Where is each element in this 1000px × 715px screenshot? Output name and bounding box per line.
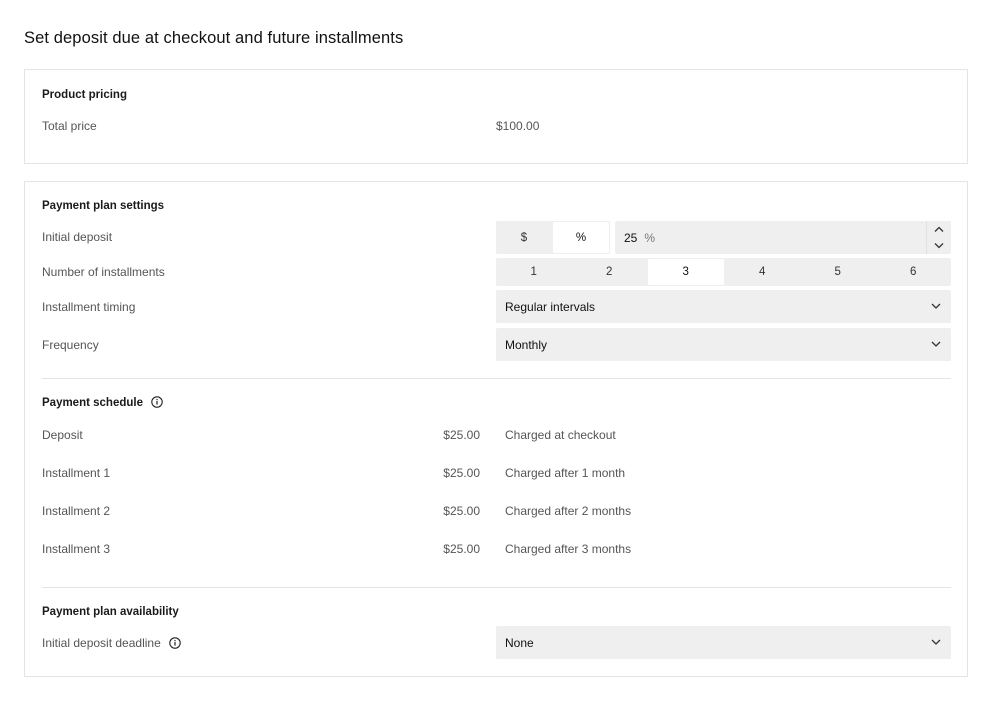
installment-timing-select[interactable]: Regular intervals xyxy=(496,290,951,323)
deposit-unit-dollar[interactable]: $ xyxy=(496,221,552,254)
divider xyxy=(42,587,951,588)
schedule-row-note: Charged at checkout xyxy=(505,428,616,442)
installment-timing-value: Regular intervals xyxy=(505,299,596,314)
product-pricing-card: Product pricing Total price $100.00 xyxy=(24,69,968,164)
chevron-down-icon xyxy=(931,341,941,347)
frequency-select[interactable]: Monthly xyxy=(496,328,951,361)
schedule-row-note: Charged after 2 months xyxy=(505,504,632,518)
schedule-row-amount: $25.00 xyxy=(443,504,480,518)
product-pricing-title: Product pricing xyxy=(42,89,127,101)
installments-option-3[interactable]: 3 xyxy=(648,259,724,285)
installments-option-2[interactable]: 2 xyxy=(572,258,648,286)
schedule-row-amount: $25.00 xyxy=(443,542,480,556)
frequency-value: Monthly xyxy=(505,337,548,352)
chevron-up-icon[interactable] xyxy=(927,221,951,238)
initial-deposit-label: Initial deposit xyxy=(42,230,113,244)
payment-plan-card: Payment plan settings Initial deposit $ … xyxy=(24,181,968,677)
total-price-label: Total price xyxy=(42,119,97,133)
deposit-amount-suffix: % xyxy=(644,230,656,245)
frequency-label: Frequency xyxy=(42,338,99,352)
schedule-row-label: Installment 1 xyxy=(42,466,111,480)
payment-schedule-title: Payment schedule xyxy=(42,396,163,410)
schedule-row-label: Deposit xyxy=(42,428,83,442)
initial-deposit-deadline-text: Initial deposit deadline xyxy=(42,636,161,650)
installment-timing-label: Installment timing xyxy=(42,300,136,314)
installments-option-1[interactable]: 1 xyxy=(496,258,572,286)
installments-option-5[interactable]: 5 xyxy=(800,258,876,286)
chevron-down-icon[interactable] xyxy=(927,238,951,255)
installments-selector: 1 2 3 4 5 6 xyxy=(496,258,951,286)
schedule-row-label: Installment 3 xyxy=(42,542,111,556)
payment-plan-settings-title: Payment plan settings xyxy=(42,200,165,212)
installments-label: Number of installments xyxy=(42,265,165,279)
installments-option-6[interactable]: 6 xyxy=(876,258,952,286)
page-title: Set deposit due at checkout and future i… xyxy=(24,29,404,47)
payment-plan-availability-title: Payment plan availability xyxy=(42,606,179,618)
initial-deposit-deadline-value: None xyxy=(505,635,534,650)
divider xyxy=(42,378,951,379)
schedule-row-label: Installment 2 xyxy=(42,504,111,518)
deposit-unit-toggle: $ % xyxy=(496,221,610,254)
payment-schedule-title-text: Payment schedule xyxy=(42,397,143,410)
schedule-row-note: Charged after 3 months xyxy=(505,542,632,556)
initial-deposit-deadline-select[interactable]: None xyxy=(496,626,951,659)
chevron-down-icon xyxy=(931,639,941,645)
deposit-amount-input[interactable]: 25 % xyxy=(615,221,951,254)
schedule-row-amount: $25.00 xyxy=(443,466,480,480)
info-icon[interactable] xyxy=(151,396,163,408)
total-price-value: $100.00 xyxy=(496,119,540,133)
info-icon[interactable] xyxy=(169,637,181,649)
schedule-row-note: Charged after 1 month xyxy=(505,466,626,480)
chevron-down-icon xyxy=(931,303,941,309)
deposit-amount-value: 25 xyxy=(624,230,638,245)
installments-option-4[interactable]: 4 xyxy=(725,258,801,286)
deposit-unit-percent[interactable]: % xyxy=(553,222,609,253)
schedule-row-amount: $25.00 xyxy=(443,428,480,442)
deposit-stepper xyxy=(926,221,951,254)
initial-deposit-deadline-label: Initial deposit deadline xyxy=(42,636,181,650)
